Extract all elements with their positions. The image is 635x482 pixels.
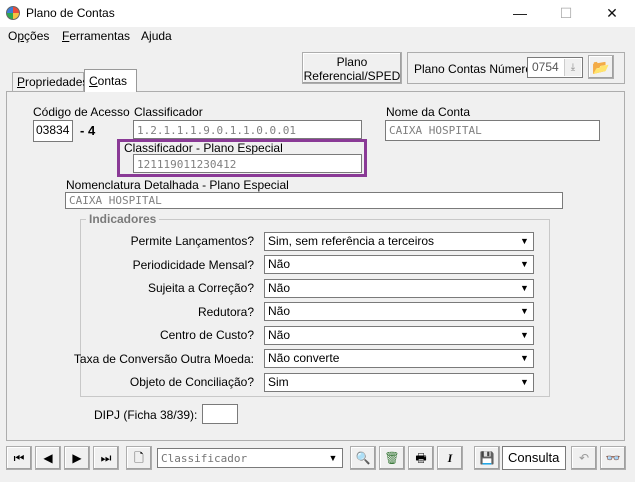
chevron-down-icon: ▼ [516,280,533,297]
nomenclatura-input[interactable]: CAIXA HOSPITAL [65,192,563,209]
chevron-down-icon: ▼ [516,350,533,367]
ind-label-permite: Permite Lançamentos? [130,234,254,248]
classificador-label: Classificador [134,105,203,119]
status-bar [0,472,635,482]
window-title: Plano de Contas [26,6,115,20]
chevron-down-icon[interactable]: ▼ [325,450,341,466]
menu-opcoes[interactable]: Opções [8,29,49,43]
print-button[interactable]: 🖶 [408,446,434,470]
italic-i-icon: I [447,451,453,465]
ind-label-centro-custo: Centro de Custo? [159,328,254,342]
ind-label-correcao: Sujeita a Correção? [147,281,254,295]
chevron-down-icon: ▼ [516,327,533,344]
codigo-acesso-input[interactable]: 03834 [33,120,73,142]
search-combo[interactable]: ▼ [157,448,343,468]
app-icon [6,6,20,20]
dipj-input[interactable] [202,404,238,424]
nome-conta-label: Nome da Conta [386,105,471,119]
open-folder-button[interactable]: 📂 [588,55,614,79]
minimize-button[interactable]: — [497,0,543,27]
nomenclatura-label: Nomenclatura Detalhada - Plano Especial [66,178,289,192]
menu-ajuda[interactable]: Ajuda [141,29,172,43]
next-icon: ▶ [72,451,82,465]
tab-contas[interactable]: Contas [84,69,137,92]
chevron-down-icon: ▼ [516,303,533,320]
save-button[interactable]: 💾 [474,446,500,470]
classif-especial-input[interactable]: 121119011230412 [133,154,362,173]
printer-icon: 🖶 [415,451,427,465]
codigo-digito: - 4 [80,123,96,138]
undo-icon: ↶ [578,451,590,465]
codigo-acesso-label: Código de Acesso [33,105,130,119]
ind-select-redutora[interactable]: Não ▼ [264,302,534,321]
ind-label-taxa-conversao: Taxa de Conversão Outra Moeda: [73,352,254,366]
ind-label-periodicidade: Periodicidade Mensal? [132,258,254,272]
trash-icon: 🗑 [384,451,400,465]
folder-open-icon: 📂 [592,59,610,75]
info-button[interactable]: I [437,446,463,470]
prev-record-button[interactable]: ◀ [35,446,61,470]
close-button[interactable]: ✕ [589,0,635,27]
ind-select-correcao[interactable]: Não ▼ [264,279,534,298]
plano-numero-value: 0754 [532,60,559,74]
undo-button[interactable]: ↶ [571,446,597,470]
binoculars-icon: 👓 [605,451,621,465]
classificador-input[interactable]: 1.2.1.1.1.9.0.1.1.0.0.01 [133,120,362,139]
search-button[interactable]: 🔍 [350,446,376,470]
new-document-icon: 🗋 [134,451,144,465]
plano-referencial-button[interactable]: Plano Referencial/SPED [302,52,402,84]
indicadores-title: Indicadores [86,212,160,226]
document-search-icon: 🔍 [355,451,371,465]
save-disk-icon: 💾 [479,451,495,465]
chevron-down-icon: ▼ [516,374,533,391]
search-input[interactable] [158,449,324,467]
ind-select-centro-custo[interactable]: Não ▼ [264,326,534,345]
ind-label-conciliacao: Objeto de Conciliação? [129,375,254,389]
first-record-button[interactable]: ⏮ [6,446,32,470]
ind-select-taxa-conversao[interactable]: Não converte ▼ [264,349,534,368]
next-record-button[interactable]: ▶ [64,446,90,470]
nome-conta-input[interactable]: CAIXA HOSPITAL [385,120,600,141]
ind-select-permite[interactable]: Sim, sem referência a terceiros ▼ [264,232,534,251]
maximize-button[interactable]: ☐ [543,0,589,27]
tab-propriedades[interactable]: Propriedades [12,72,88,91]
last-record-button[interactable]: ⏭ [93,446,119,470]
new-record-button[interactable]: 🗋 [126,446,152,470]
ind-select-conciliacao[interactable]: Sim ▼ [264,373,534,392]
dipj-label: DIPJ (Ficha 38/39): [94,408,198,422]
prev-icon: ◀ [43,451,53,465]
plano-numero-spinner[interactable]: 0754 ⤓ [527,57,583,78]
classif-especial-label: Classificador - Plano Especial [124,141,283,155]
plano-numero-label: Plano Contas Número [414,62,533,76]
ind-label-redutora: Redutora? [197,305,254,319]
chevron-down-icon: ▼ [516,233,533,250]
delete-button[interactable]: 🗑 [379,446,405,470]
menu-ferramentas[interactable]: Ferramentas [62,29,130,43]
find-button[interactable]: 👓 [600,446,626,470]
last-icon: ⏭ [100,451,112,465]
first-icon: ⏮ [13,451,25,465]
ind-select-periodicidade[interactable]: Não ▼ [264,255,534,274]
chevron-down-icon: ▼ [516,256,533,273]
download-arrow-icon[interactable]: ⤓ [564,59,581,76]
mode-indicator: Consulta [502,446,566,470]
